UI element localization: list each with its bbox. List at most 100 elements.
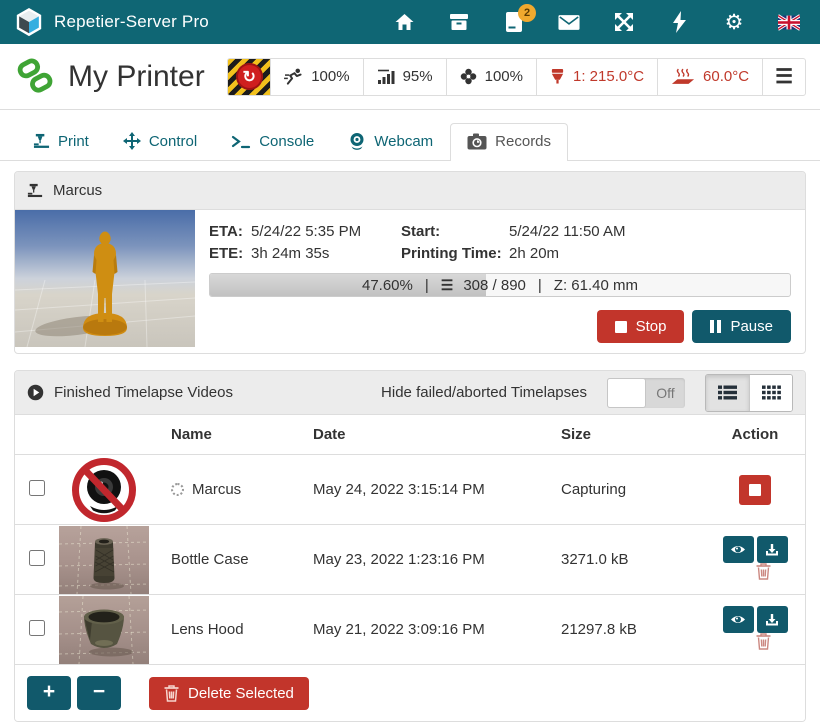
deselect-all-button[interactable]: −	[77, 676, 121, 710]
table-row: Lens Hood May 21, 2022 3:09:16 PM 21297.…	[15, 595, 805, 665]
table-row: Bottle Case May 23, 2022 1:23:16 PM 3271…	[15, 525, 805, 595]
records-content: Marcus	[0, 161, 820, 722]
no-webcam-thumbnail	[59, 456, 149, 524]
print-job-preview	[15, 210, 195, 347]
tab-records[interactable]: Records	[450, 123, 568, 161]
table-row: Marcus May 24, 2022 3:15:14 PM Capturing	[15, 455, 805, 525]
progress-percent: 47.60%	[362, 277, 413, 294]
tab-label: Webcam	[374, 133, 433, 150]
printing-time-value: 2h 20m	[509, 245, 791, 262]
tab-label: Control	[149, 133, 197, 150]
fan-status[interactable]: 100%	[446, 58, 537, 96]
heated-bed-icon	[671, 68, 695, 85]
brand-name: Repetier-Server Pro	[54, 12, 209, 32]
delete-video-button[interactable]	[756, 633, 771, 653]
control-move-icon	[123, 132, 141, 150]
emergency-stop-button[interactable]: ↻	[227, 58, 271, 96]
trash-icon	[756, 633, 771, 650]
flow-status[interactable]: 95%	[363, 58, 447, 96]
printer-job-icon	[27, 183, 43, 199]
plus-icon: +	[43, 680, 55, 704]
download-video-button[interactable]	[757, 536, 788, 563]
select-all-button[interactable]: +	[27, 676, 71, 710]
speed-icon	[284, 68, 303, 85]
timelapse-header: Finished Timelapse Videos Hide failed/ab…	[15, 371, 805, 415]
flow-icon	[377, 69, 395, 85]
row-checkbox[interactable]	[29, 620, 45, 636]
navbar-icons: 2 ⚙	[393, 11, 806, 33]
tab-print[interactable]: Print	[16, 123, 106, 160]
minus-icon: −	[93, 680, 105, 704]
print-job-name: Marcus	[53, 182, 102, 199]
bolt-icon[interactable]	[668, 11, 690, 33]
trash-icon	[164, 685, 179, 702]
printers-icon[interactable]: 2	[503, 11, 525, 33]
printer-tabs: Print Control Console	[0, 110, 820, 161]
menu-icon: ☰	[775, 64, 793, 89]
stop-capture-button[interactable]	[739, 475, 771, 505]
printer-menu-button[interactable]: ☰	[762, 58, 806, 96]
model-preview-figurine	[15, 210, 195, 347]
timelapse-title: Finished Timelapse Videos	[54, 384, 233, 401]
row-checkbox[interactable]	[29, 480, 45, 496]
eta-value: 5/24/22 5:35 PM	[251, 223, 401, 240]
connection-link-icon	[14, 57, 56, 97]
z-height: Z: 61.40 mm	[554, 277, 638, 294]
grid-view-button[interactable]	[749, 375, 792, 411]
list-view-icon	[718, 385, 737, 400]
records-camera-icon	[467, 133, 487, 150]
stop-button[interactable]: Stop	[597, 310, 685, 343]
ete-label: ETE:	[209, 245, 251, 262]
hide-failed-toggle[interactable]: Off	[607, 378, 685, 408]
print-progress-bar: 47.60% | ☰308 / 890 | Z: 61.40 mm	[209, 273, 791, 297]
extruder-temp-status[interactable]: 1: 215.0°C	[536, 58, 658, 96]
toggle-knob[interactable]	[607, 378, 646, 408]
play-video-button[interactable]	[723, 606, 754, 633]
separator: |	[425, 277, 429, 294]
bed-temp-value: 60.0°C	[703, 68, 749, 85]
repetier-logo-icon	[14, 7, 44, 37]
toggle-state: Off	[646, 378, 685, 408]
printer-count-badge: 2	[518, 4, 536, 22]
bed-temp-status[interactable]: 60.0°C	[657, 58, 763, 96]
printer-header: My Printer ↻ 100%	[0, 44, 820, 110]
play-video-button[interactable]	[723, 536, 754, 563]
timelapse-panel: Finished Timelapse Videos Hide failed/ab…	[14, 370, 806, 722]
mail-icon[interactable]	[558, 11, 580, 33]
webcam-icon	[348, 132, 366, 150]
list-view-button[interactable]	[706, 375, 749, 411]
fullscreen-icon[interactable]	[613, 11, 635, 33]
video-name: Bottle Case	[163, 525, 305, 595]
tab-console[interactable]: Console	[214, 123, 331, 160]
hide-failed-label: Hide failed/aborted Timelapses	[381, 384, 587, 401]
delete-video-button[interactable]	[756, 563, 771, 583]
delete-selected-button[interactable]: Delete Selected	[149, 677, 309, 710]
start-value: 5/24/22 11:50 AM	[509, 223, 791, 240]
gear-icon[interactable]: ⚙	[723, 11, 745, 33]
row-checkbox[interactable]	[29, 550, 45, 566]
tab-label: Console	[259, 133, 314, 150]
trash-icon	[756, 563, 771, 580]
uk-flag-icon[interactable]	[778, 11, 800, 33]
layers-icon: ☰	[441, 277, 454, 294]
video-name: Marcus	[192, 481, 241, 498]
page: Repetier-Server Pro 2	[0, 0, 820, 722]
tab-control[interactable]: Control	[106, 122, 214, 160]
video-size: 3271.0 kB	[553, 525, 705, 595]
print-job-info: ETA: 5/24/22 5:35 PM Start: 5/24/22 11:5…	[195, 210, 805, 353]
extruder-temp-value: 1: 215.0°C	[573, 68, 644, 85]
pause-icon	[710, 320, 721, 333]
download-video-button[interactable]	[757, 606, 788, 633]
home-icon[interactable]	[393, 11, 415, 33]
pause-button[interactable]: Pause	[692, 310, 791, 343]
print-job-actions: Stop Pause	[209, 310, 791, 343]
speed-status[interactable]: 100%	[270, 58, 363, 96]
fan-value: 100%	[485, 68, 523, 85]
view-mode-group	[705, 374, 793, 412]
print-job-stats: ETA: 5/24/22 5:35 PM Start: 5/24/22 11:5…	[209, 223, 791, 262]
archive-icon[interactable]	[448, 11, 470, 33]
col-size: Size	[553, 415, 705, 455]
tab-webcam[interactable]: Webcam	[331, 122, 450, 160]
download-icon	[765, 613, 779, 627]
page-title: My Printer	[68, 60, 205, 94]
